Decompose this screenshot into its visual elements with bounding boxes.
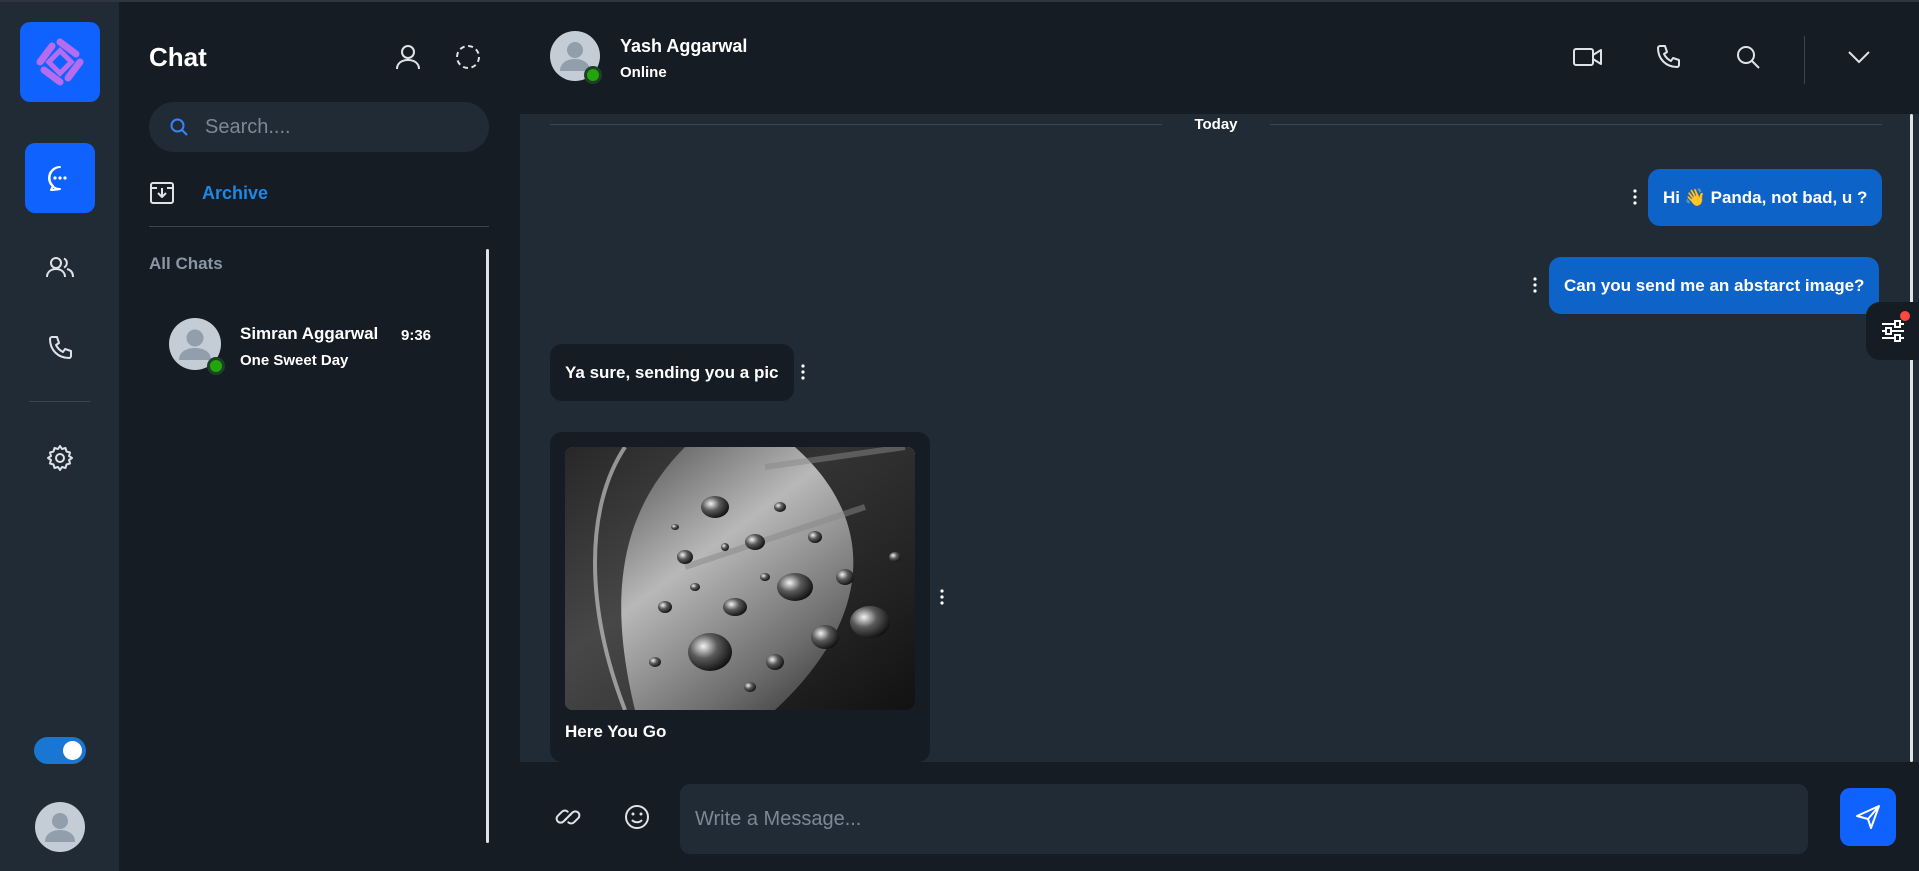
search-placeholder: Search.... — [205, 115, 291, 138]
message-input[interactable]: Write a Message... — [680, 784, 1808, 854]
outgoing-message[interactable]: Hi 👋 Panda, not bad, u ? — [1648, 169, 1883, 226]
message-scrollbar[interactable] — [1910, 114, 1913, 762]
emoji-button[interactable] — [620, 800, 654, 834]
online-indicator — [584, 66, 602, 84]
message-placeholder: Write a Message... — [695, 807, 862, 830]
all-chats-label: All Chats — [149, 254, 223, 273]
voice-call-button[interactable] — [1651, 40, 1685, 74]
nav-chats-button[interactable] — [25, 143, 95, 213]
send-button[interactable] — [1840, 788, 1896, 846]
profile-button[interactable] — [391, 40, 425, 74]
users-icon — [46, 257, 74, 278]
nav-calls-button[interactable] — [25, 313, 95, 383]
message-list[interactable]: Today Hi 👋 Panda, not bad, u ? Can you s… — [520, 114, 1919, 762]
user-avatar[interactable] — [35, 802, 85, 852]
image-caption: Here You Go — [565, 722, 667, 741]
chevron-down-icon — [1848, 51, 1870, 64]
date-divider-line — [550, 124, 1162, 125]
chat-list-item[interactable]: Simran Aggarwal 9:36 One Sweet Day — [149, 302, 469, 386]
online-indicator — [207, 357, 225, 375]
more-vertical-icon — [1533, 277, 1537, 293]
send-icon — [1856, 805, 1880, 829]
chat-search-input[interactable]: Search.... — [149, 102, 489, 152]
toggle-knob — [63, 741, 82, 760]
chat-time: 9:36 — [401, 327, 432, 344]
video-camera-icon — [1573, 48, 1602, 66]
incoming-message[interactable]: Ya sure, sending you a pic — [550, 344, 794, 401]
user-circle-icon — [396, 45, 420, 70]
chat-list-scrollbar[interactable] — [486, 249, 489, 843]
message-menu-button[interactable] — [1528, 274, 1542, 296]
gear-icon — [47, 445, 73, 471]
circle-dashed-icon — [456, 45, 480, 69]
water-drops-image — [565, 447, 915, 710]
conversation-panel: Yash Aggarwal Online Today Hi 👋 Panda, n… — [520, 2, 1919, 871]
contact-status: Online — [620, 64, 667, 81]
header-divider — [1804, 36, 1805, 84]
notification-badge — [1900, 311, 1910, 321]
chat-preview: One Sweet Day — [240, 352, 349, 369]
chat-name: Simran Aggarwal — [240, 324, 379, 343]
date-divider-line — [1270, 124, 1882, 125]
search-messages-button[interactable] — [1731, 40, 1765, 74]
contact-name: Yash Aggarwal — [620, 36, 748, 56]
message-menu-button[interactable] — [1628, 186, 1642, 208]
archive-divider — [149, 226, 489, 227]
more-vertical-icon — [1633, 189, 1637, 205]
app-logo[interactable] — [20, 22, 100, 102]
phone-icon — [1657, 45, 1680, 68]
phone-icon — [49, 336, 72, 359]
search-icon — [1737, 46, 1760, 69]
conversation-header: Yash Aggarwal Online — [520, 2, 1919, 114]
chat-icon — [48, 166, 67, 191]
attach-button[interactable] — [551, 800, 585, 834]
archive-label: Archive — [202, 182, 269, 203]
message-composer: Write a Message... — [520, 762, 1919, 871]
smiley-icon — [625, 805, 649, 829]
theme-toggle[interactable] — [34, 737, 86, 764]
archive-icon — [150, 182, 174, 204]
nav-settings-button[interactable] — [25, 423, 95, 493]
nav-divider — [29, 401, 90, 402]
incoming-image-message[interactable]: Here You Go — [550, 432, 930, 762]
search-icon — [170, 118, 188, 136]
date-divider-label: Today — [1194, 116, 1238, 133]
message-menu-button[interactable] — [935, 586, 949, 608]
video-call-button[interactable] — [1571, 40, 1605, 74]
nav-groups-button[interactable] — [25, 232, 95, 302]
settings-drawer-button[interactable] — [1866, 302, 1919, 360]
sliders-icon — [1881, 320, 1904, 342]
user-icon — [45, 813, 75, 842]
message-menu-button[interactable] — [796, 361, 810, 383]
status-button[interactable] — [451, 40, 485, 74]
more-options-button[interactable] — [1842, 40, 1876, 74]
link-icon — [555, 809, 581, 825]
nav-rail — [0, 2, 119, 871]
chat-list-panel: Chat Search.... Archive All Chats Simran… — [119, 2, 520, 871]
chat-list-title: Chat — [149, 42, 207, 72]
archive-link[interactable]: Archive — [149, 180, 268, 206]
more-vertical-icon — [801, 364, 805, 380]
logo-icon — [36, 38, 84, 86]
shared-image[interactable] — [565, 447, 915, 710]
outgoing-message[interactable]: Can you send me an abstarct image? — [1549, 257, 1880, 314]
more-vertical-icon — [940, 589, 944, 605]
